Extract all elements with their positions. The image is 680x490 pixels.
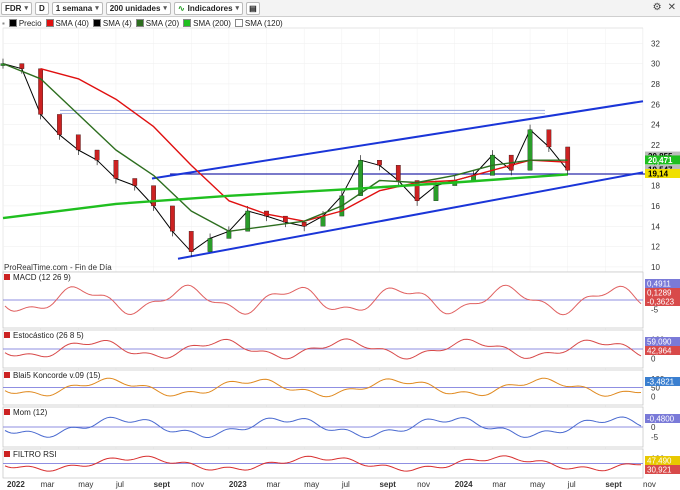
- price-candle: [75, 134, 81, 151]
- price-candle: [19, 63, 25, 69]
- price-candle: [57, 114, 62, 135]
- price-candle: [301, 222, 307, 227]
- macd-panel-title: MACD (12 26 9): [13, 273, 71, 282]
- price-candle: [414, 180, 420, 201]
- price-candle: [170, 205, 175, 232]
- price-tag-label: 19,14: [648, 169, 669, 178]
- price-candle: [207, 238, 213, 252]
- x-tick-label: 2022: [7, 480, 25, 489]
- y-tick-label: 16: [651, 202, 660, 211]
- y-tick-label: 32: [651, 39, 660, 48]
- mom-panel-marker: [4, 409, 10, 415]
- x-tick-label: jul: [341, 480, 350, 489]
- blai-tick-label: 0: [651, 392, 656, 401]
- mom-value-tag-label: -0,4800: [647, 415, 675, 424]
- y-tick-label: 24: [651, 121, 660, 130]
- stoch-value-tag-label: 59,090: [647, 338, 672, 347]
- rsi-panel-marker: [4, 451, 10, 457]
- stoch-tick-label: 0: [651, 355, 656, 364]
- price-candle: [38, 68, 43, 115]
- price-candle: [188, 231, 194, 252]
- x-tick-label: 2024: [455, 480, 473, 489]
- y-tick-label: 10: [651, 263, 660, 272]
- price-candle: [395, 165, 401, 181]
- price-candle: [358, 160, 363, 196]
- blai-value-tag-label: -3,4821: [647, 378, 675, 387]
- price-candle: [320, 215, 326, 227]
- stoch-value-tag-label: 42,964: [647, 347, 672, 356]
- rsi-panel-title: FILTRO RSI: [13, 450, 56, 459]
- price-candle: [94, 149, 100, 161]
- macd-panel-marker: [4, 274, 10, 280]
- x-tick-label: mar: [492, 480, 506, 489]
- macd-value-tag-label: 0,4911: [647, 280, 671, 289]
- x-tick-label: sept: [605, 480, 622, 489]
- y-tick-label: 26: [651, 100, 660, 109]
- y-tick-label: 30: [651, 60, 660, 69]
- x-tick-label: jul: [567, 480, 576, 489]
- rsi-value-tag-label: 47,490: [647, 457, 672, 466]
- y-tick-label: 18: [651, 182, 660, 191]
- watermark: ProRealTime.com - Fin de Día: [4, 263, 112, 272]
- mom-panel-title: Mom (12): [13, 408, 48, 417]
- x-tick-label: jul: [115, 480, 124, 489]
- x-tick-label: mar: [41, 480, 55, 489]
- price-candle: [565, 146, 571, 171]
- blai-panel-marker: [4, 372, 10, 378]
- x-tick-label: may: [78, 480, 93, 489]
- x-tick-label: 2023: [229, 480, 247, 489]
- price-candle: [113, 160, 119, 179]
- price-candle: [546, 129, 552, 148]
- y-tick-label: 22: [651, 141, 660, 150]
- macd-value-tag-label: -0,3623: [647, 298, 675, 307]
- stoch-panel-marker: [4, 332, 10, 338]
- price-candle: [377, 160, 382, 166]
- x-tick-label: nov: [643, 480, 656, 489]
- mom-tick-label: -5: [651, 433, 659, 442]
- x-tick-label: sept: [379, 480, 396, 489]
- macd-tick-label: -5: [651, 305, 659, 314]
- x-tick-label: nov: [417, 480, 430, 489]
- y-tick-label: 14: [651, 222, 660, 231]
- price-candle: [433, 185, 439, 201]
- x-tick-label: sept: [154, 480, 171, 489]
- price-candle: [527, 129, 533, 171]
- x-tick-label: nov: [191, 480, 204, 489]
- x-tick-label: may: [530, 480, 545, 489]
- price-candle: [226, 231, 232, 239]
- macd-value-tag-label: 0,1289: [647, 289, 672, 298]
- rsi-value-tag-label: 30,921: [647, 466, 672, 475]
- stoch-panel-title: Estocástico (26 8 5): [13, 331, 84, 340]
- y-tick-label: 12: [651, 243, 660, 252]
- stock-chart[interactable]: 1012141618202224262830322022marmayjulsep…: [0, 0, 680, 490]
- price-candle: [132, 178, 138, 186]
- mom-tick-label: 0: [651, 423, 656, 432]
- x-tick-label: may: [304, 480, 319, 489]
- x-tick-label: mar: [267, 480, 281, 489]
- blai-panel-title: Blai5 Koncorde v.09 (15): [13, 371, 101, 380]
- price-candle: [151, 185, 156, 207]
- price-tag-label: 20,471: [648, 156, 673, 165]
- y-tick-label: 28: [651, 80, 660, 89]
